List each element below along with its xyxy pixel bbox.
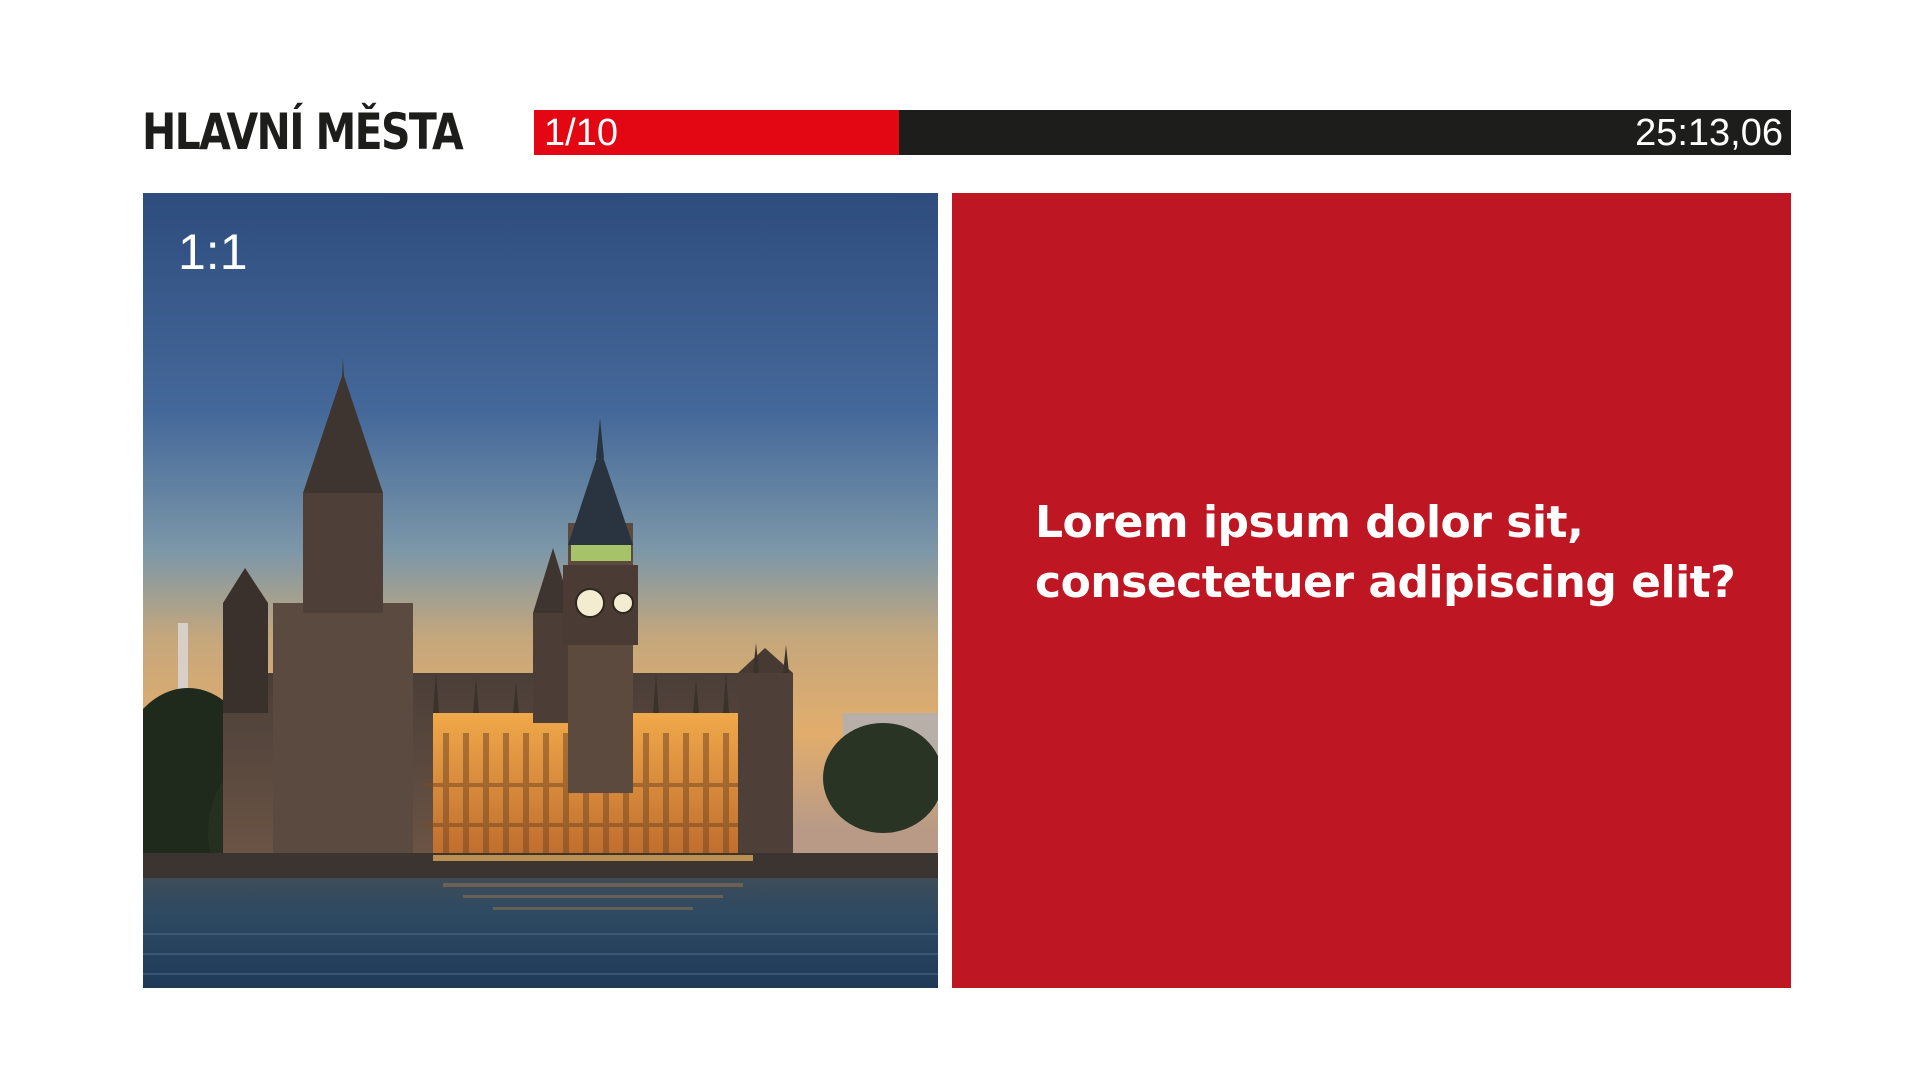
- question-text: Lorem ipsum dolor sit, consectetuer adip…: [1035, 497, 1736, 608]
- image-ratio-label: 1:1: [178, 224, 248, 280]
- progress-bar: 1/10 25:13,06: [534, 110, 1791, 155]
- question-counter: 1/10: [544, 112, 618, 154]
- question-panel: Lorem ipsum dolor sit, consectetuer adip…: [952, 193, 1791, 988]
- question-image: 1:1: [143, 193, 938, 988]
- page-title: HLAVNÍ MĚSTA: [142, 103, 464, 161]
- timer: 25:13,06: [1635, 112, 1783, 154]
- westminster-image: [143, 193, 938, 988]
- quiz-screen: HLAVNÍ MĚSTA 1/10 25:13,06 1:1 Lorem ips…: [0, 0, 1920, 1080]
